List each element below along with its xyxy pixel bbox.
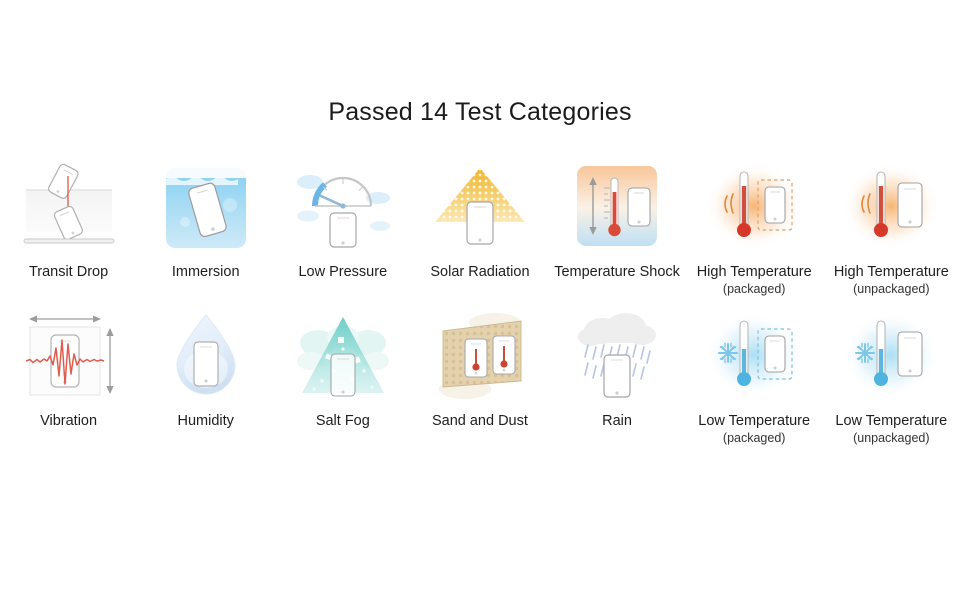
test-category-sublabel: (packaged)	[722, 282, 786, 296]
test-category-label: Humidity	[177, 413, 234, 429]
test-category-vibration[interactable]: Vibration	[0, 309, 137, 446]
low-temperature-packaged-icon	[703, 309, 805, 401]
test-categories-page: Passed 14 Test Categories Transit Drop I…	[0, 0, 960, 600]
test-category-salt-fog[interactable]: Salt Fog	[274, 309, 411, 446]
test-category-label: Solar Radiation	[430, 264, 530, 280]
test-category-sand-and-dust[interactable]: Sand and Dust	[411, 309, 548, 446]
test-category-rain[interactable]: Rain	[549, 309, 686, 446]
sand-and-dust-icon	[429, 309, 531, 401]
test-category-temperature-shock[interactable]: Temperature Shock	[549, 160, 686, 297]
test-category-high-temperature-packaged[interactable]: High Temperature (packaged)	[686, 160, 823, 297]
low-temperature-unpackaged-icon	[840, 309, 942, 401]
test-category-label: Salt Fog	[315, 413, 370, 429]
test-category-label: Temperature Shock	[554, 264, 680, 280]
test-category-row: Vibration Humidity Salt Fog Sand and Dus…	[0, 309, 960, 446]
temperature-shock-icon	[566, 160, 668, 252]
test-category-sublabel: (unpackaged)	[853, 282, 930, 296]
test-category-immersion[interactable]: Immersion	[137, 160, 274, 297]
test-category-sublabel: (packaged)	[722, 431, 786, 445]
solar-radiation-icon	[429, 160, 531, 252]
test-category-label: Low Temperature	[835, 413, 948, 429]
humidity-icon	[155, 309, 257, 401]
test-category-label: Transit Drop	[28, 264, 109, 280]
test-category-low-temperature-unpackaged[interactable]: Low Temperature (unpackaged)	[823, 309, 960, 446]
test-category-label: High Temperature	[833, 264, 949, 280]
test-category-low-temperature-packaged[interactable]: Low Temperature (packaged)	[686, 309, 823, 446]
test-category-label: Immersion	[171, 264, 240, 280]
immersion-icon	[155, 160, 257, 252]
test-category-transit-drop[interactable]: Transit Drop	[0, 160, 137, 297]
test-category-sublabel: (unpackaged)	[853, 431, 930, 445]
test-category-row: Transit Drop Immersion Low Pressure Sola…	[0, 160, 960, 297]
test-category-label: High Temperature	[696, 264, 812, 280]
test-category-grid: Transit Drop Immersion Low Pressure Sola…	[0, 160, 960, 446]
test-category-low-pressure[interactable]: Low Pressure	[274, 160, 411, 297]
test-category-humidity[interactable]: Humidity	[137, 309, 274, 446]
low-pressure-icon	[292, 160, 394, 252]
vibration-icon	[18, 309, 120, 401]
test-category-solar-radiation[interactable]: Solar Radiation	[411, 160, 548, 297]
transit-drop-icon	[18, 160, 120, 252]
page-title: Passed 14 Test Categories	[328, 98, 632, 126]
test-category-label: Sand and Dust	[431, 413, 528, 429]
test-category-label: Low Pressure	[298, 264, 388, 280]
test-category-label: Vibration	[40, 413, 98, 429]
test-category-label: Rain	[602, 413, 632, 429]
salt-fog-icon	[292, 309, 394, 401]
high-temperature-unpackaged-icon	[840, 160, 942, 252]
rain-icon	[566, 309, 668, 401]
test-category-label: Low Temperature	[698, 413, 811, 429]
high-temperature-packaged-icon	[703, 160, 805, 252]
test-category-high-temperature-unpackaged[interactable]: High Temperature (unpackaged)	[823, 160, 960, 297]
